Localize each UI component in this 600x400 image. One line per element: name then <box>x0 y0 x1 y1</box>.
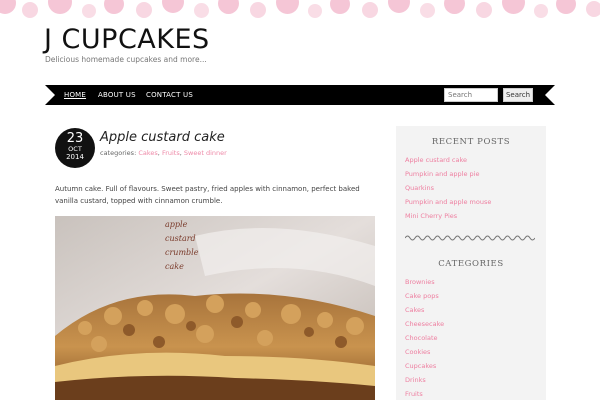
post-category-link[interactable]: Fruits <box>162 149 180 157</box>
post-date-day: 23 <box>66 131 84 146</box>
post-date-year: 2014 <box>66 153 84 161</box>
crumble-cake-photo <box>55 216 375 400</box>
category-link[interactable]: Cheesecake <box>405 320 444 328</box>
nav-item-home[interactable]: HOME <box>64 91 86 99</box>
recent-post-link[interactable]: Apple custard cake <box>405 156 467 164</box>
post-featured-image[interactable]: apple custard crumble cake <box>55 216 375 400</box>
post-category-link[interactable]: Sweet dinner <box>184 149 227 157</box>
photo-caption-line: crumble <box>165 248 199 257</box>
post-categories: categories: Cakes, Fruits, Sweet dinner <box>100 149 227 157</box>
category-link[interactable]: Drinks <box>405 376 426 384</box>
recent-post-link[interactable]: Mini Cherry Pies <box>405 212 457 220</box>
recent-posts-title: RECENT POSTS <box>431 137 511 147</box>
category-link[interactable]: Cupcakes <box>405 362 436 370</box>
post-date-badge: 23 OCT 2014 <box>55 128 95 168</box>
photo-caption-line: apple <box>165 220 188 229</box>
post-categories-label: categories: <box>100 149 137 157</box>
recent-post-link[interactable]: Quarkins <box>405 184 434 192</box>
post-date-month: OCT <box>68 145 82 153</box>
search-button[interactable]: Search <box>503 88 533 102</box>
post-title[interactable]: Apple custard cake <box>100 130 225 145</box>
search-input[interactable] <box>444 88 498 102</box>
nav-item-contact-us[interactable]: CONTACT US <box>146 91 193 99</box>
category-link[interactable]: Cookies <box>405 348 430 356</box>
category-link[interactable]: Brownies <box>405 278 435 286</box>
site-tagline: Delicious homemade cupcakes and more... <box>45 55 207 64</box>
photo-caption-line: cake <box>165 262 184 271</box>
post-category-link[interactable]: Cakes <box>138 149 157 157</box>
site-title[interactable]: J CUPCAKES <box>44 24 210 55</box>
category-link[interactable]: Fruits <box>405 390 423 398</box>
category-link[interactable]: Chocolate <box>405 334 438 342</box>
recent-post-link[interactable]: Pumpkin and apple mouse <box>405 198 491 206</box>
category-link[interactable]: Cakes <box>405 306 424 314</box>
categories-title: CATEGORIES <box>438 259 504 269</box>
nav-item-about-us[interactable]: ABOUT US <box>98 91 136 99</box>
wavy-divider <box>405 235 535 241</box>
nav-ribbon-notch-left <box>45 85 55 105</box>
nav-ribbon-notch-right <box>545 85 555 105</box>
post-excerpt: Autumn cake. Full of flavours. Sweet pas… <box>55 185 360 205</box>
recent-post-link[interactable]: Pumpkin and apple pie <box>405 170 479 178</box>
header-dot-pattern <box>0 0 600 24</box>
category-link[interactable]: Cake pops <box>405 292 439 300</box>
photo-caption-line: custard <box>165 234 196 243</box>
